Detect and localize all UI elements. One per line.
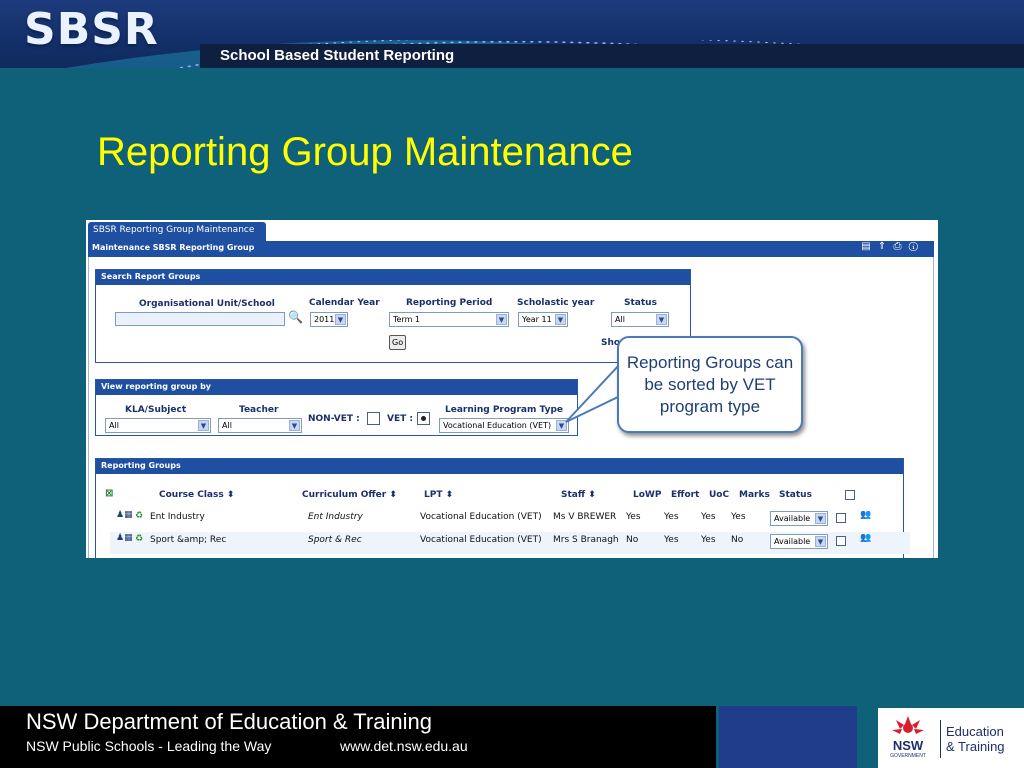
footer-blue-block — [719, 706, 857, 768]
excel-export-icon[interactable]: ⊠ — [105, 488, 113, 499]
logo-divider — [940, 720, 941, 758]
footer-tagline: NSW Public Schools - Leading the Way — [26, 738, 272, 754]
group-detail-icon[interactable]: ♟▦ — [116, 510, 133, 520]
chevron-down-icon: ▼ — [335, 314, 346, 325]
col-staff[interactable]: Staff ⬍ — [561, 490, 596, 500]
logo-training: & Training — [946, 739, 1005, 754]
scholastic-year-select[interactable]: Year 11 ▼ — [518, 312, 568, 327]
kla-subject-select[interactable]: All ▼ — [105, 418, 211, 433]
lpt-cell: Vocational Education (VET) — [420, 512, 542, 522]
nsw-gov-text: GOVERNMENT — [890, 753, 926, 759]
effort-cell: Yes — [664, 535, 679, 545]
app-screenshot: SBSR Reporting Group Maintenance Mainten… — [86, 220, 938, 558]
chevron-down-icon: ▼ — [198, 420, 209, 431]
view-by-panel: View reporting group by KLA/Subject All ▼… — [95, 379, 578, 436]
status-select[interactable]: All ▼ — [611, 312, 669, 327]
marks-cell: Yes — [731, 512, 746, 522]
table-row: ♟▦ ♻ Sport &amp; Rec Sport & Rec Vocatio… — [110, 532, 910, 554]
col-marks: Marks — [739, 490, 770, 500]
footer-url[interactable]: www.det.nsw.edu.au — [340, 738, 468, 754]
vet-radio[interactable] — [417, 412, 430, 425]
app-title-bar: Maintenance SBSR Reporting Group — [88, 241, 934, 257]
view-by-heading: View reporting group by — [96, 380, 577, 395]
sbsr-logo: SBSR — [24, 4, 159, 55]
logo-education: Education — [946, 724, 1004, 739]
col-curriculum-offer[interactable]: Curriculum Offer ⬍ — [302, 490, 397, 500]
nsw-education-logo: NSW GOVERNMENT Education & Training — [878, 708, 1024, 768]
uoc-cell: Yes — [701, 535, 716, 545]
chevron-down-icon: ▼ — [815, 536, 826, 547]
staff-cell: Ms V BREWER — [553, 512, 617, 522]
reporting-period-select[interactable]: Term 1 ▼ — [389, 312, 509, 327]
recycle-icon: ♻ — [135, 534, 144, 544]
app-tab[interactable]: SBSR Reporting Group Maintenance — [88, 222, 266, 241]
col-lowp: LoWP — [633, 490, 662, 500]
chevron-down-icon: ▼ — [289, 420, 300, 431]
reporting-period-label: Reporting Period — [406, 298, 493, 308]
col-uoc: UoC — [709, 490, 730, 500]
status-label: Status — [624, 298, 657, 308]
chevron-down-icon: ▼ — [815, 513, 826, 524]
waratah-icon — [892, 716, 924, 734]
users-edit-icon[interactable]: 👥 — [860, 533, 871, 543]
nsw-logo-text: NSW — [892, 738, 924, 753]
slide-title: Reporting Group Maintenance — [97, 130, 633, 174]
course-class-cell: Sport &amp; Rec — [150, 535, 227, 545]
select-all-checkbox[interactable] — [845, 490, 855, 500]
scholastic-year-label: Scholastic year — [517, 298, 595, 308]
header-subtitle: School Based Student Reporting — [220, 47, 455, 64]
chevron-down-icon: ▼ — [555, 314, 566, 325]
reporting-groups-panel: Reporting Groups ⊠ Course Class ⬍ Curric… — [95, 458, 910, 558]
row-status-select[interactable]: Available ▼ — [770, 534, 828, 549]
callout-bubble: Reporting Groups can be sorted by VET pr… — [617, 336, 803, 433]
table-row: ♟▦ ♻ Ent Industry Ent Industry Vocationa… — [110, 509, 910, 531]
col-lpt[interactable]: LPT ⬍ — [424, 490, 453, 500]
go-button[interactable]: Go — [389, 335, 407, 350]
search-panel: Search Report Groups Organisational Unit… — [95, 269, 691, 363]
reporting-groups-heading: Reporting Groups — [96, 459, 903, 474]
search-icon[interactable]: 🔍 — [288, 310, 303, 324]
effort-cell: Yes — [664, 512, 679, 522]
non-vet-radio[interactable] — [367, 412, 380, 425]
users-edit-icon[interactable]: 👥 — [860, 510, 871, 520]
org-unit-label: Organisational Unit/School — [139, 299, 275, 309]
course-class-cell: Ent Industry — [150, 512, 205, 522]
curriculum-offer-cell: Sport & Rec — [308, 535, 362, 545]
calendar-year-label: Calendar Year — [309, 298, 380, 308]
calendar-year-select[interactable]: 2011 ▼ — [310, 312, 348, 327]
lowp-cell: No — [626, 535, 639, 545]
chevron-down-icon: ▼ — [496, 314, 507, 325]
learning-program-type-label: Learning Program Type — [445, 405, 563, 415]
kla-subject-label: KLA/Subject — [125, 405, 187, 415]
search-panel-heading: Search Report Groups — [96, 270, 690, 285]
col-course-class[interactable]: Course Class ⬍ — [159, 490, 234, 500]
row-status-select[interactable]: Available ▼ — [770, 511, 828, 526]
curriculum-offer-cell: Ent Industry — [308, 512, 363, 522]
chevron-down-icon: ▼ — [656, 314, 667, 325]
recycle-icon: ♻ — [135, 511, 144, 521]
toolbar-icons[interactable]: ▤ ⇑ ⎙ ⓘ — [861, 241, 920, 252]
vet-label: VET : — [387, 414, 413, 424]
learning-program-type-select[interactable]: Vocational Education (VET) ▼ — [439, 418, 569, 433]
col-effort: Effort — [671, 490, 700, 500]
col-status: Status — [779, 490, 812, 500]
row-checkbox[interactable] — [836, 536, 846, 546]
marks-cell: No — [731, 535, 744, 545]
teacher-label: Teacher — [239, 405, 279, 415]
lowp-cell: Yes — [626, 512, 641, 522]
group-detail-icon[interactable]: ♟▦ — [116, 533, 133, 543]
row-checkbox[interactable] — [836, 513, 846, 523]
teacher-select[interactable]: All ▼ — [218, 418, 302, 433]
footer-org-name: NSW Department of Education & Training — [26, 709, 432, 734]
lpt-cell: Vocational Education (VET) — [420, 535, 542, 545]
org-unit-input[interactable] — [115, 312, 285, 326]
non-vet-label: NON-VET : — [308, 414, 360, 424]
staff-cell: Mrs S Branagh — [553, 535, 619, 545]
uoc-cell: Yes — [701, 512, 716, 522]
